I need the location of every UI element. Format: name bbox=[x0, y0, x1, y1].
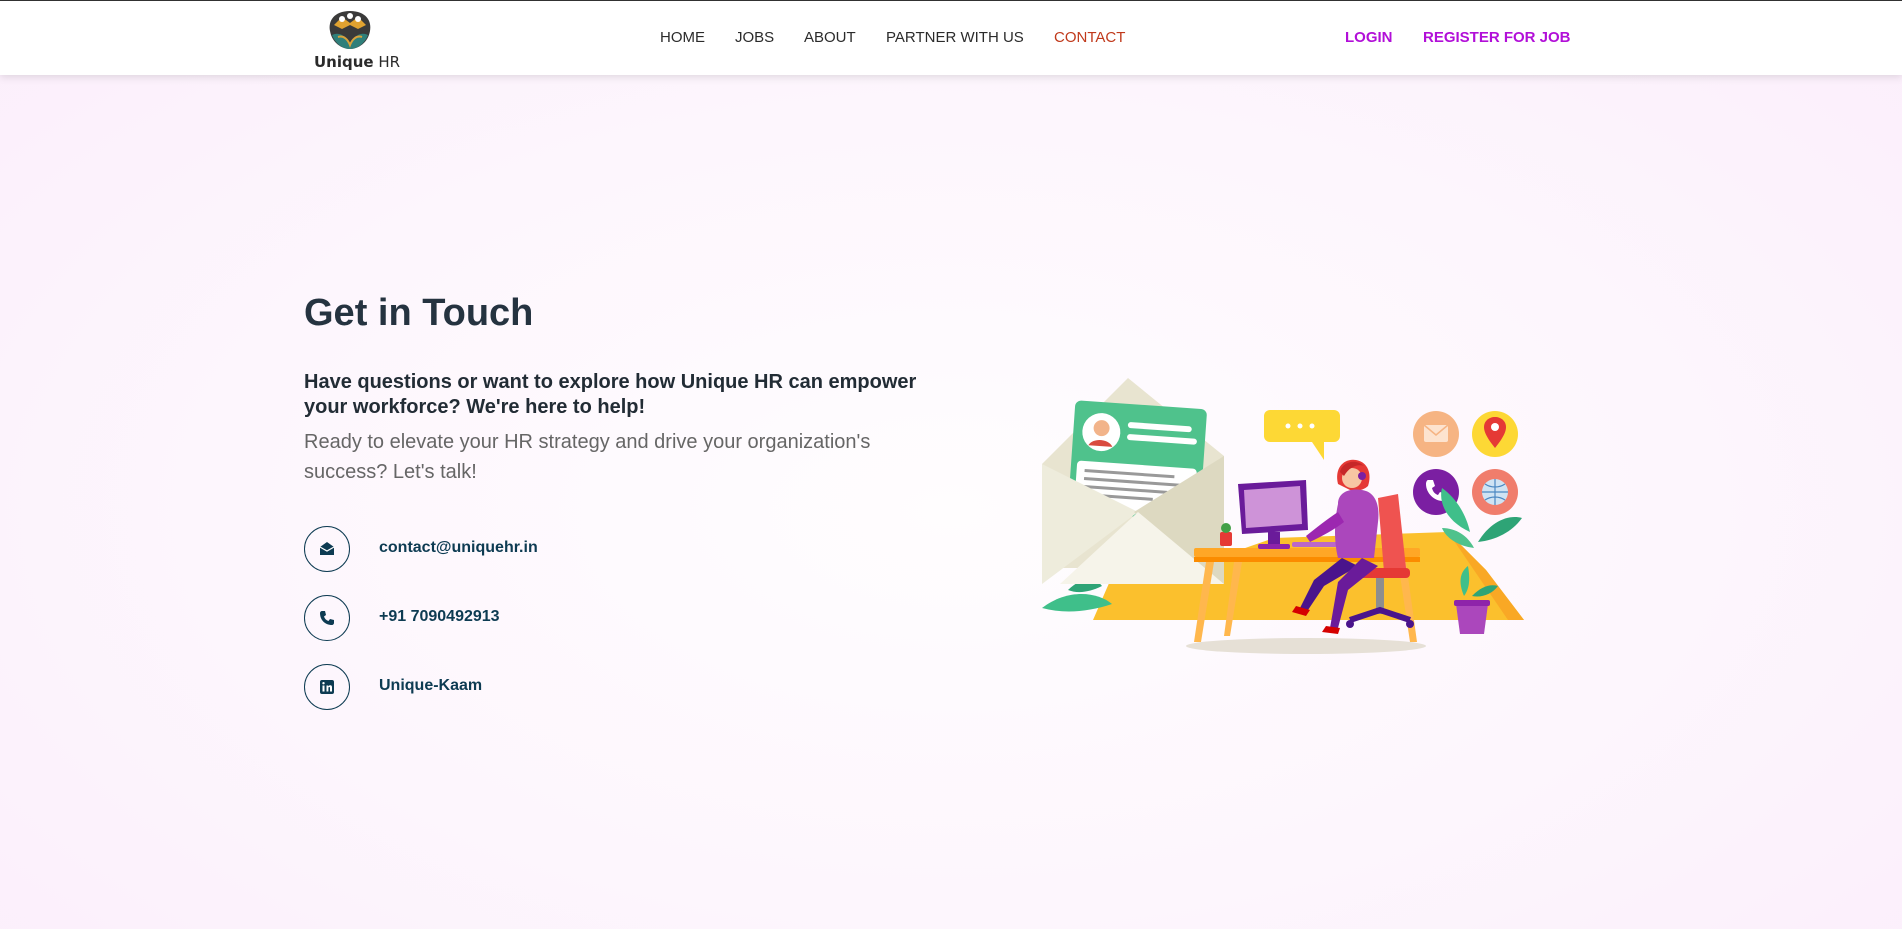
contact-phone-row: +91 7090492913 bbox=[304, 595, 704, 641]
envelope-icon bbox=[319, 542, 335, 555]
site-header: Unique HR HOME JOBS ABOUT PARTNER WITH U… bbox=[0, 1, 1902, 75]
logo-text: Unique HR bbox=[314, 53, 401, 71]
nav-home[interactable]: HOME bbox=[660, 29, 705, 46]
linkedin-icon bbox=[320, 680, 334, 694]
linkedin-icon-circle bbox=[304, 664, 350, 710]
contact-linkedin-row: Unique-Kaam bbox=[304, 664, 704, 710]
email-icon-circle bbox=[304, 526, 350, 572]
contact-illustration bbox=[1042, 378, 1524, 654]
site-logo[interactable]: Unique HR bbox=[310, 7, 400, 73]
contact-email-row: contact@uniquehr.in bbox=[304, 526, 704, 572]
nav-jobs[interactable]: JOBS bbox=[735, 29, 774, 46]
contact-phone-link[interactable]: +91 7090492913 bbox=[379, 608, 500, 626]
nav-partner-with-us[interactable]: PARTNER WITH US bbox=[886, 29, 1024, 46]
contact-email-link[interactable]: contact@uniquehr.in bbox=[379, 539, 538, 557]
nav-contact[interactable]: CONTACT bbox=[1054, 29, 1125, 46]
phone-icon-circle bbox=[304, 595, 350, 641]
sub-text: Ready to elevate your HR strategy and dr… bbox=[304, 431, 871, 483]
nav-about[interactable]: ABOUT bbox=[804, 29, 856, 46]
lead-text: Have questions or want to explore how Un… bbox=[304, 371, 917, 418]
login-link[interactable]: LOGIN bbox=[1345, 29, 1393, 46]
register-for-job-link[interactable]: REGISTER FOR JOB bbox=[1423, 29, 1571, 46]
phone-icon bbox=[320, 611, 334, 625]
contact-linkedin-link[interactable]: Unique-Kaam bbox=[379, 677, 482, 695]
page-title: Get in Touch bbox=[304, 292, 534, 334]
logo-emblem-icon bbox=[329, 11, 371, 49]
